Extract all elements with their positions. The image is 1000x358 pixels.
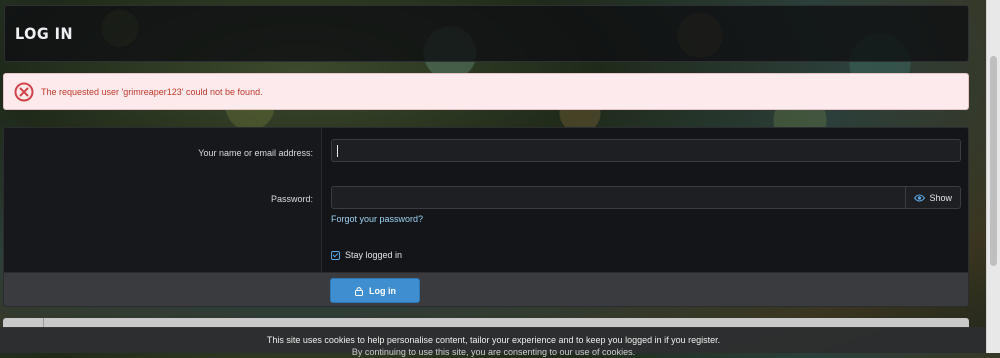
login-button[interactable]: Log in [330, 278, 420, 303]
cookie-notice: This site uses cookies to help personali… [0, 327, 987, 357]
name-or-email-input[interactable] [331, 139, 961, 162]
error-message-text: The requested user 'grimreaper123' could… [41, 86, 263, 97]
login-button-label: Log in [369, 285, 396, 296]
stay-logged-in-checkbox[interactable] [331, 250, 340, 260]
eye-icon [914, 194, 926, 201]
password-input[interactable]: Show [331, 186, 961, 209]
stay-logged-in-option[interactable]: Stay logged in [331, 250, 402, 260]
page-title: LOG IN [15, 24, 74, 43]
show-password-label: Show [929, 192, 952, 203]
login-form-panel: Your name or email address: Password: Sh… [3, 127, 969, 307]
page-header: LOG IN [4, 5, 969, 62]
cookie-notice-line1: This site uses cookies to help personali… [266, 335, 721, 345]
lock-icon [355, 286, 363, 296]
stay-logged-in-label: Stay logged in [345, 250, 403, 260]
page-scrollbar[interactable] [986, 0, 1000, 353]
name-field-label: Your name or email address: [198, 148, 313, 158]
forgot-password-link[interactable]: Forgot your password? [331, 214, 423, 224]
error-circle-x-icon [14, 82, 34, 101]
form-submit-row: Log in [4, 272, 968, 306]
cookie-notice-line2: By continuing to use this site, you are … [351, 347, 636, 357]
password-field-label: Password: [270, 194, 313, 204]
error-message-box: The requested user 'grimreaper123' could… [3, 73, 969, 110]
text-caret [337, 145, 338, 157]
show-password-button[interactable]: Show [905, 187, 960, 208]
scrollbar-thumb[interactable] [990, 56, 997, 266]
